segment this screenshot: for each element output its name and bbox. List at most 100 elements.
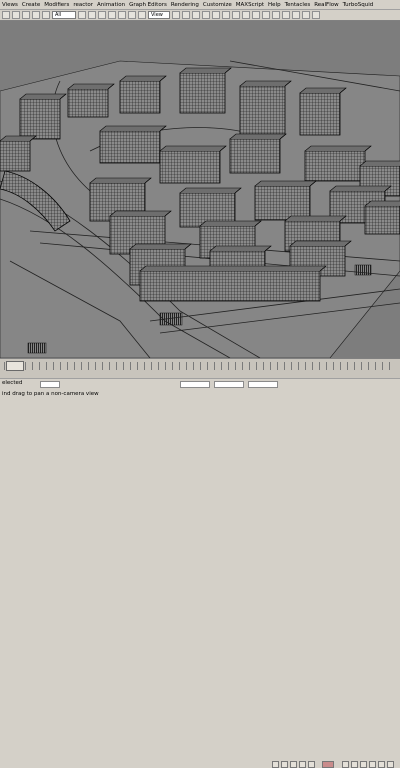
block-roof [109,210,172,217]
pivot-button[interactable] [172,11,180,19]
pan-view-button[interactable] [378,761,385,768]
block-roof [229,133,287,140]
selection-filter-dropdown[interactable]: All [52,11,76,19]
go-to-end-button[interactable] [308,761,315,768]
block-roof [199,220,262,227]
apartment-block [229,138,281,174]
menu-tentacles[interactable]: Tentacles [285,0,311,10]
block-roof [289,240,352,247]
block-roof [89,177,152,184]
block-roof [359,160,400,167]
block-roof [99,125,167,132]
block-roof [179,67,232,74]
main-toolbar: All View [0,10,400,21]
field-of-view-button[interactable] [369,761,376,768]
undo-button[interactable] [2,11,10,19]
spinner-snap-button[interactable] [222,11,230,19]
reference-coordinate-dropdown[interactable]: View [148,11,170,19]
x-coordinate-field[interactable] [180,381,210,388]
apartment-block [159,150,221,184]
redo-button[interactable] [12,11,20,19]
snap-button[interactable] [192,11,200,19]
unlink-button[interactable] [32,11,40,19]
prompt-line: ind drag to pan a non-camera view [2,391,99,397]
apartment-block [119,80,161,114]
quick-render-button[interactable] [312,11,320,19]
z-coordinate-field[interactable] [248,381,278,388]
apartment-block [299,92,341,136]
apartment-block [139,270,321,302]
select-by-name-button[interactable] [88,11,96,19]
crosswalk [27,342,47,354]
percent-snap-button[interactable] [212,11,220,19]
play-button[interactable] [290,761,297,768]
layer-manager-button[interactable] [262,11,270,19]
zoom-extents-button[interactable] [360,761,367,768]
menu-bar: Views Create Modifiers reactor Animation… [0,0,400,10]
time-slider[interactable] [6,361,24,371]
menu-rendering[interactable]: Rendering [171,0,199,10]
block-roof [304,145,372,152]
apartment-block [0,140,31,172]
curve-editor-button[interactable] [272,11,280,19]
time-slider-track[interactable] [0,358,400,378]
block-roof [19,93,67,100]
select-manipulate-button[interactable] [182,11,190,19]
block-roof [139,265,327,272]
menu-graph-editors[interactable]: Graph Editors [129,0,167,10]
zoom-button[interactable] [342,761,349,768]
menu-views[interactable]: Views [2,0,18,10]
next-frame-button[interactable] [299,761,306,768]
block-roof [67,83,115,90]
selection-lock-field[interactable] [40,381,60,388]
bind-spacewarp-button[interactable] [42,11,50,19]
zoom-all-button[interactable] [351,761,358,768]
menu-turbosquid[interactable]: TurboSquid [343,0,374,10]
rotate-button[interactable] [128,11,136,19]
block-roof [129,243,192,250]
block-roof [299,87,347,94]
block-roof [119,75,167,82]
render-setup-button[interactable] [302,11,310,19]
scale-button[interactable] [138,11,146,19]
schematic-view-button[interactable] [282,11,290,19]
angle-snap-button[interactable] [202,11,210,19]
apartment-block [19,98,61,140]
menu-customize[interactable]: Customize [203,0,232,10]
go-to-start-button[interactable] [272,761,279,768]
named-selection-button[interactable] [232,11,240,19]
apartment-block [239,85,286,135]
menu-realflow[interactable]: RealFlow [314,0,338,10]
region-select-button[interactable] [98,11,106,19]
block-roof [159,145,227,152]
arc-rotate-button[interactable] [387,761,394,768]
status-bar: elected ind drag to pan a non-camera vie… [0,378,400,768]
block-roof [239,80,292,87]
mirror-button[interactable] [242,11,250,19]
apartment-block [364,205,400,235]
selection-status: elected [2,380,23,386]
timeline-ticks [4,362,396,370]
menu-create[interactable]: Create [22,0,40,10]
apartment-block [304,150,366,182]
apartment-block [67,88,109,118]
menu-animation[interactable]: Animation [97,0,125,10]
crosswalk [354,264,372,276]
block-roof [254,180,317,187]
align-button[interactable] [252,11,260,19]
previous-frame-button[interactable] [281,761,288,768]
block-roof [329,185,392,192]
perspective-viewport[interactable] [0,21,400,358]
wireframe-scene [0,60,400,358]
menu-help[interactable]: Help [268,0,281,10]
select-object-button[interactable] [78,11,86,19]
menu-modifiers[interactable]: Modifiers [44,0,69,10]
menu-reactor[interactable]: reactor [73,0,93,10]
menu-maxscript[interactable]: MAXScript [236,0,264,10]
auto-key-button[interactable] [322,761,334,768]
y-coordinate-field[interactable] [214,381,244,388]
link-button[interactable] [22,11,30,19]
window-crossing-button[interactable] [108,11,116,19]
material-editor-button[interactable] [292,11,300,19]
move-button[interactable] [118,11,126,19]
